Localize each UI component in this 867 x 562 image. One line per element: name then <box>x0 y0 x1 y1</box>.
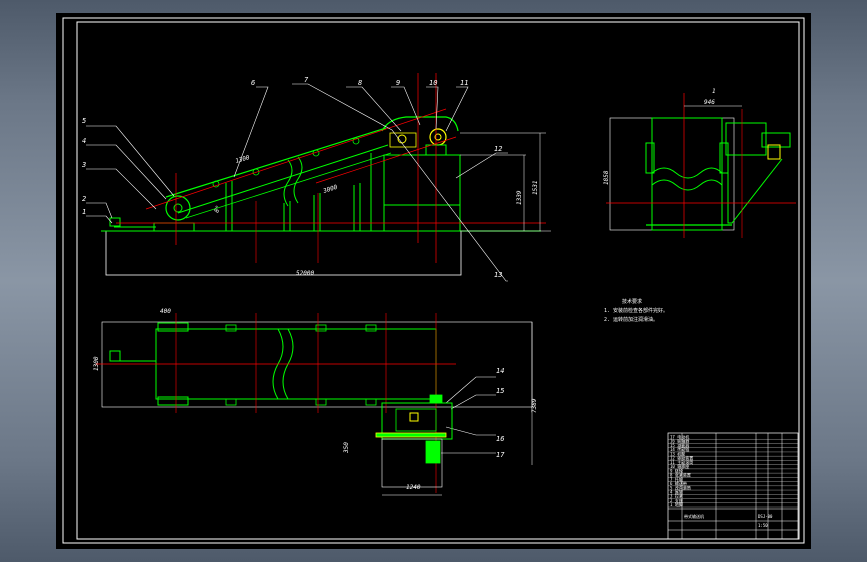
tech-req-title: 技术要求 <box>622 298 642 305</box>
balloon-14: 14 <box>496 367 504 375</box>
balloon-6: 6 <box>251 79 255 87</box>
dim-side-top: 1 <box>712 88 716 95</box>
dim-drive-offset: 350 <box>343 442 350 454</box>
cad-drawing: 52000 1300 8° 3000 1339 1531 5 4 3 2 1 6… <box>62 17 805 544</box>
balloon-13: 13 <box>494 271 502 279</box>
dim-height-b: 1531 <box>532 181 539 195</box>
dim-angle: 8° <box>213 204 222 213</box>
balloon-7: 7 <box>304 76 309 84</box>
dim-side-width: 946 <box>704 99 715 106</box>
title-drawing-no: DSJ-00 <box>758 514 773 519</box>
cad-viewport[interactable]: 52000 1300 8° 3000 1339 1531 5 4 3 2 1 6… <box>56 13 811 549</box>
balloon-9: 9 <box>396 79 400 87</box>
plan-view <box>96 313 533 496</box>
tech-req-line-1: 1. 安装前检查各部件完好。 <box>604 307 668 314</box>
balloon-5: 5 <box>82 117 86 125</box>
dim-incline-length: 1300 <box>235 154 251 165</box>
dim-drive-width: 1240 <box>406 484 421 491</box>
side-view <box>606 93 796 238</box>
elevation-view <box>101 73 551 276</box>
title-drawing-name: 带式输送机 <box>684 513 704 519</box>
balloon-17: 17 <box>496 451 505 459</box>
title-block-row: 1 地脚 <box>670 501 683 507</box>
dim-plan-feed: 400 <box>160 308 171 315</box>
balloon-2: 2 <box>82 195 86 203</box>
dim-height-a: 1339 <box>516 190 523 205</box>
balloon-12: 12 <box>494 145 502 153</box>
balloon-16: 16 <box>496 435 504 443</box>
balloon-8: 8 <box>358 79 362 87</box>
title-block-rows: 17 电动机16 联轴器15 减速器14 传动链13 机架12 驱动装置11 主… <box>670 433 693 507</box>
balloon-15: 15 <box>496 387 504 395</box>
balloon-10: 10 <box>429 79 437 87</box>
balloon-1: 1 <box>82 208 86 216</box>
tech-req-line-2: 2. 运转前加注润滑油。 <box>604 316 658 323</box>
title-scale: 1:50 <box>758 523 768 528</box>
balloon-3: 3 <box>81 161 86 169</box>
balloon-4: 4 <box>82 137 86 145</box>
dim-roller-span: 3000 <box>322 184 339 196</box>
dim-side-height: 1858 <box>603 170 610 185</box>
balloon-11: 11 <box>460 79 468 87</box>
dim-overall-length: 52000 <box>296 270 314 277</box>
dim-plan-width: 1300 <box>93 356 100 371</box>
leader-lines <box>86 83 508 454</box>
foundation <box>105 230 462 276</box>
dim-plan-total: 7389 <box>531 398 538 413</box>
